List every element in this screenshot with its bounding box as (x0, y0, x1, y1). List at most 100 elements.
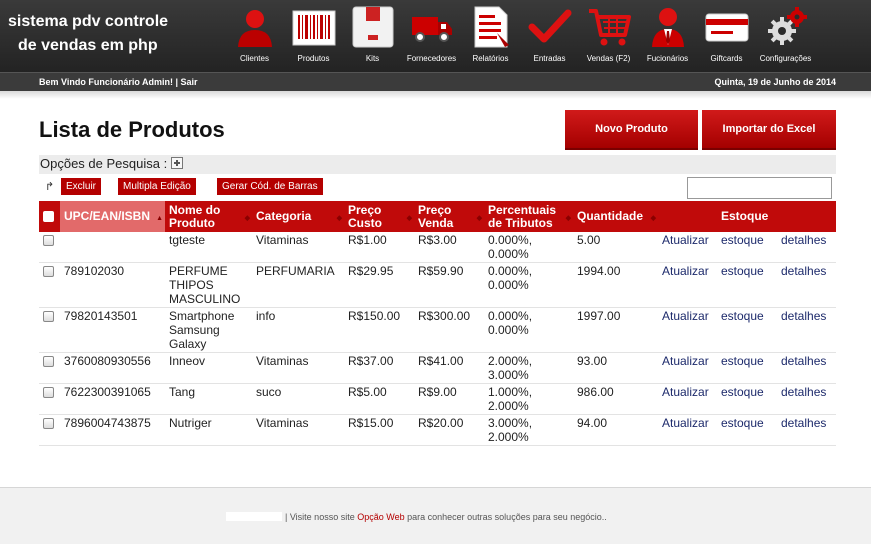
footer-prefix: | Visite nosso site (285, 512, 355, 522)
new-product-button[interactable]: Novo Produto (565, 110, 698, 150)
import-excel-button[interactable]: Importar do Excel (702, 110, 836, 150)
details-link[interactable]: detalhes (781, 385, 826, 399)
col-taxes[interactable]: Percentuais de Tributos ◆ (484, 201, 573, 232)
col-update (658, 201, 717, 232)
row-select (39, 262, 60, 308)
stock-link[interactable]: estoque (721, 264, 764, 278)
col-stock-label: Estoque (721, 209, 769, 223)
row-checkbox[interactable] (43, 266, 54, 277)
cell-quantity: 986.00 (573, 383, 658, 415)
footer-text: | Visite nosso site Opção Web para conhe… (226, 512, 607, 522)
nav-label: Fucionários (646, 54, 689, 63)
stock-link[interactable]: estoque (721, 385, 764, 399)
cell-quantity: 94.00 (573, 414, 658, 446)
main-nav: Clientes Produtos Kits Fornecedores Rela… (225, 5, 815, 63)
update-link[interactable]: Atualizar (662, 416, 709, 430)
multi-edit-button[interactable]: Multipla Edição (118, 178, 196, 195)
row-checkbox[interactable] (43, 418, 54, 429)
generate-barcodes-button[interactable]: Gerar Cód. de Barras (217, 178, 323, 195)
col-category[interactable]: Categoria ◆ (252, 201, 344, 232)
row-checkbox[interactable] (43, 235, 54, 246)
col-name[interactable]: Nome do Produto ◆ (165, 201, 252, 232)
cell-stock: estoque (717, 414, 777, 446)
footer-link[interactable]: Opção Web (357, 512, 404, 522)
cell-update: Atualizar (658, 352, 717, 384)
cell-name: Tang (165, 383, 252, 415)
nav-item-funcionarios[interactable]: Fucionários (638, 5, 697, 63)
table-row: tgteste Vitaminas R$1.00 R$3.00 0.000%, … (39, 232, 836, 263)
cell-price: R$59.90 (414, 262, 484, 308)
row-select (39, 383, 60, 415)
gear-icon (764, 5, 808, 49)
user-icon (233, 5, 277, 49)
nav-item-relatorios[interactable]: Relatórios (461, 5, 520, 63)
cell-category: info (252, 307, 344, 353)
row-checkbox[interactable] (43, 356, 54, 367)
row-select (39, 352, 60, 384)
cell-cost: R$5.00 (344, 383, 414, 415)
table-row: 7896004743875 Nutriger Vitaminas R$15.00… (39, 414, 836, 446)
table-row: 3760080930556 Inneov Vitaminas R$37.00 R… (39, 352, 836, 384)
nav-item-vendas[interactable]: Vendas (F2) (579, 5, 638, 63)
nav-item-produtos[interactable]: Produtos (284, 5, 343, 63)
cell-details: detalhes (777, 232, 836, 263)
stock-link[interactable]: estoque (721, 309, 764, 323)
cell-update: Atualizar (658, 383, 717, 415)
col-price[interactable]: Preço Venda ◆ (414, 201, 484, 232)
table-row: 7622300391065 Tang suco R$5.00 R$9.00 1.… (39, 383, 836, 415)
col-quantity[interactable]: Quantidade ◆ (573, 201, 658, 232)
details-link[interactable]: detalhes (781, 354, 826, 368)
nav-item-giftcards[interactable]: Giftcards (697, 5, 756, 63)
update-link[interactable]: Atualizar (662, 233, 709, 247)
row-checkbox[interactable] (43, 387, 54, 398)
search-options-label: Opções de Pesquisa : (40, 156, 168, 171)
cell-taxes: 0.000%, 0.000% (484, 307, 573, 353)
cell-upc: 7622300391065 (60, 383, 165, 415)
sort-icon: ◆ (476, 215, 482, 222)
nav-item-fornecedores[interactable]: Fornecedores (402, 5, 461, 63)
nav-label: Produtos (297, 54, 330, 63)
col-upc[interactable]: UPC/EAN/ISBN ▲ (60, 201, 165, 232)
details-link[interactable]: detalhes (781, 264, 826, 278)
delete-button[interactable]: Excluir (61, 178, 102, 195)
select-all-checkbox[interactable] (43, 210, 54, 222)
cell-update: Atualizar (658, 262, 717, 308)
cell-name: tgteste (165, 232, 252, 263)
cell-stock: estoque (717, 232, 777, 263)
row-select (39, 307, 60, 353)
cell-upc: 789102030 (60, 262, 165, 308)
stock-link[interactable]: estoque (721, 354, 764, 368)
update-link[interactable]: Atualizar (662, 309, 709, 323)
nav-label: Entradas (533, 54, 566, 63)
nav-item-clientes[interactable]: Clientes (225, 5, 284, 63)
barcode-icon (292, 5, 336, 49)
cell-update: Atualizar (658, 414, 717, 446)
cell-category: Vitaminas (252, 352, 344, 384)
cell-quantity: 1994.00 (573, 262, 658, 308)
brand-title: sistema pdv controle de vendas em php (8, 10, 168, 58)
welcome-text[interactable]: Bem Vindo Funcionário Admin! | Sair (39, 77, 198, 87)
col-taxes-label: Percentuais de Tributos (488, 202, 557, 230)
details-link[interactable]: detalhes (781, 309, 826, 323)
nav-item-configuracoes[interactable]: Configurações (756, 5, 815, 63)
nav-item-entradas[interactable]: Entradas (520, 5, 579, 63)
cell-cost: R$150.00 (344, 307, 414, 353)
cell-stock: estoque (717, 383, 777, 415)
col-price-label: Preço Venda (418, 202, 454, 230)
col-cost[interactable]: Preço Custo ◆ (344, 201, 414, 232)
col-details (777, 201, 836, 232)
search-input[interactable] (687, 177, 832, 199)
stock-link[interactable]: estoque (721, 233, 764, 247)
stock-link[interactable]: estoque (721, 416, 764, 430)
details-link[interactable]: detalhes (781, 233, 826, 247)
nav-item-kits[interactable]: Kits (343, 5, 402, 63)
cell-quantity: 5.00 (573, 232, 658, 263)
update-link[interactable]: Atualizar (662, 385, 709, 399)
row-checkbox[interactable] (43, 311, 54, 322)
details-link[interactable]: detalhes (781, 416, 826, 430)
nav-label: Fornecedores (406, 54, 457, 63)
expand-plus-icon[interactable] (171, 157, 184, 169)
col-quantity-label: Quantidade (577, 209, 644, 223)
update-link[interactable]: Atualizar (662, 354, 709, 368)
update-link[interactable]: Atualizar (662, 264, 709, 278)
